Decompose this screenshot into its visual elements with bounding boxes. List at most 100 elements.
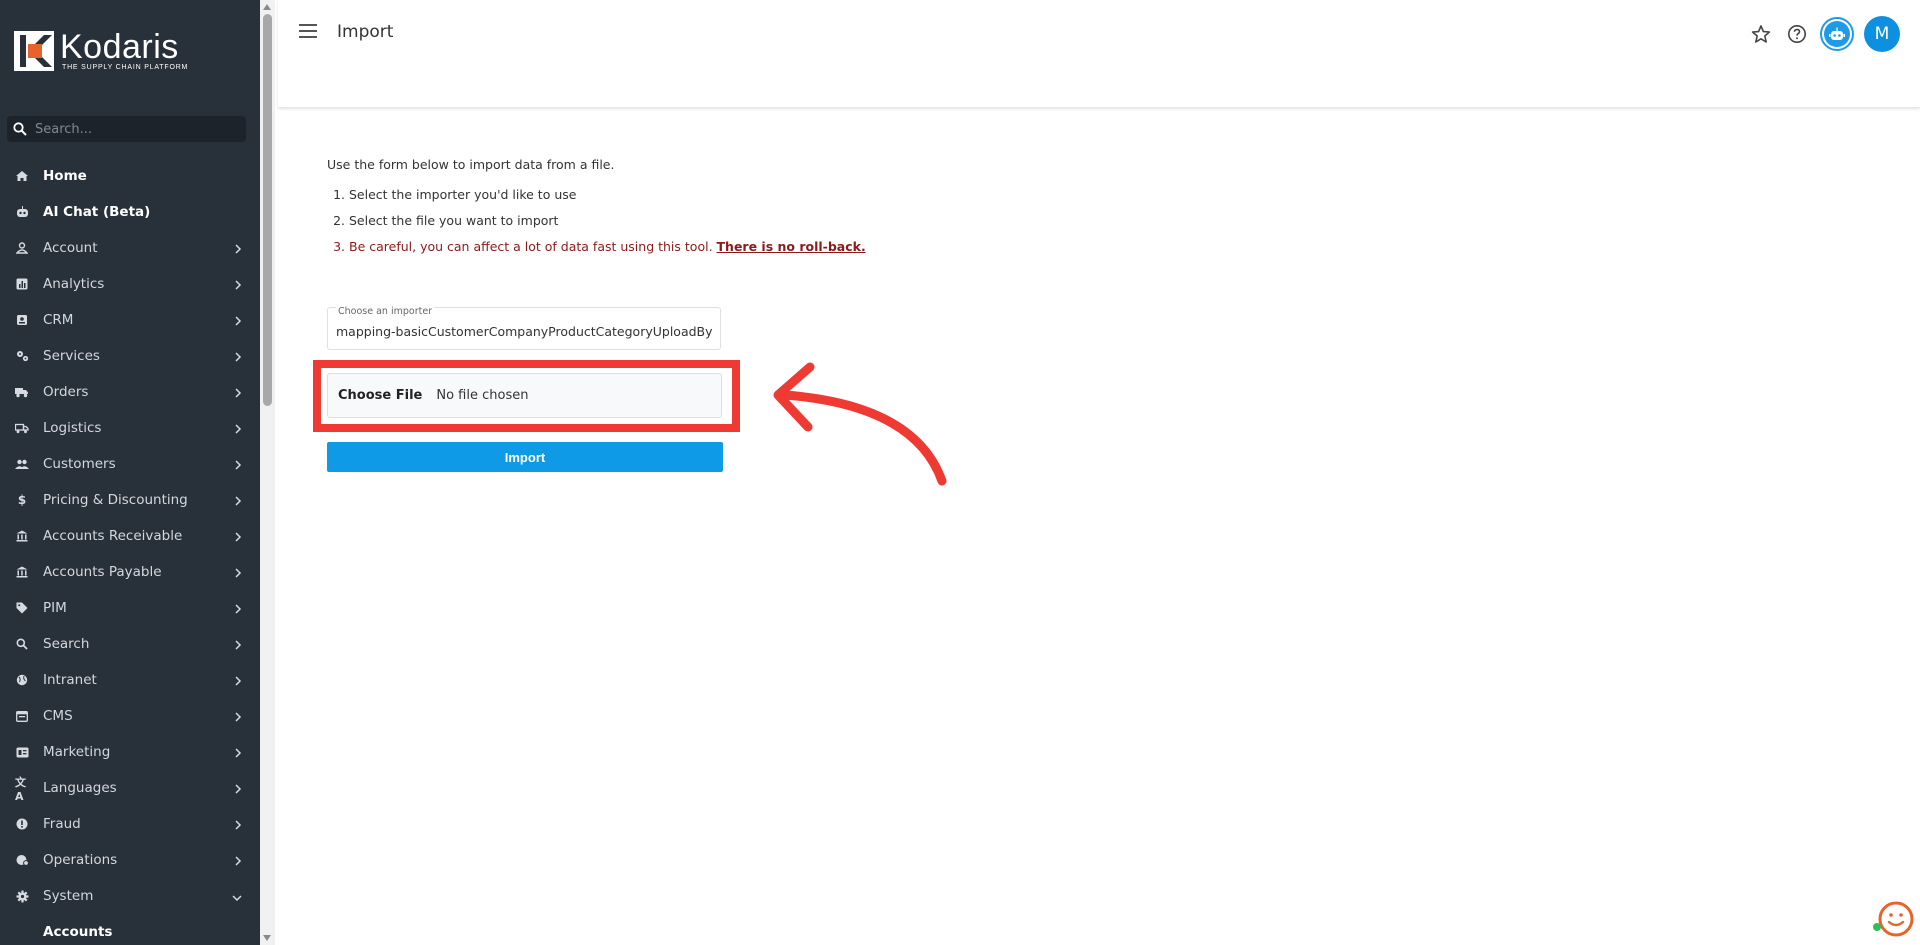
chevron-right-icon	[234, 242, 242, 258]
brand-logo[interactable]: Kodaris THE SUPPLY CHAIN PLATFORM	[14, 30, 188, 71]
sidebar-item-services[interactable]: Services	[0, 338, 260, 374]
person-icon	[15, 241, 29, 255]
sidebar-item-label: Operations	[43, 852, 118, 868]
sidebar-item-label: Customers	[43, 456, 116, 472]
chevron-right-icon	[234, 314, 242, 330]
search-icon	[13, 122, 27, 136]
tag-icon	[15, 601, 29, 615]
sidebar-search	[7, 116, 246, 142]
brand-tagline: THE SUPPLY CHAIN PLATFORM	[62, 64, 189, 71]
importer-select[interactable]: Choose an importer mapping-basicCustomer…	[327, 306, 721, 350]
favorite-star-button[interactable]	[1748, 21, 1774, 47]
chevron-right-icon	[234, 494, 242, 510]
sidebar-scrollbar[interactable]	[260, 0, 275, 945]
no-rollback-text: There is no roll-back.	[716, 239, 866, 254]
header-actions: M	[1748, 16, 1900, 52]
ops-icon	[15, 853, 29, 867]
scroll-up-arrow-icon[interactable]	[263, 4, 271, 10]
sidebar-item-operations[interactable]: Operations	[0, 842, 260, 878]
user-avatar[interactable]: M	[1864, 16, 1900, 52]
sidebar-subitem-accounts[interactable]: Accounts	[0, 914, 260, 945]
sidebar-item-label: Accounts Payable	[43, 564, 162, 580]
sidebar-item-label: PIM	[43, 600, 67, 616]
sidebar-item-ai-chat[interactable]: AI Chat (Beta)	[0, 194, 260, 230]
sidebar-item-cms[interactable]: CMS	[0, 698, 260, 734]
top-header: Import M	[278, 0, 1920, 108]
ad-icon	[15, 745, 29, 759]
scrollbar-thumb[interactable]	[263, 14, 272, 406]
sidebar-item-label: Marketing	[43, 744, 111, 760]
sidebar-item-label: Accounts Receivable	[43, 528, 183, 544]
step-item: Select the file you want to import	[349, 212, 927, 229]
chevron-right-icon	[234, 458, 242, 474]
sidebar-item-label: Languages	[43, 780, 117, 796]
importer-value: mapping-basicCustomerCompanyProductCateg…	[336, 324, 712, 339]
alert-icon	[15, 817, 29, 831]
sidebar-search-input[interactable]	[33, 120, 237, 138]
sidebar-item-pricing[interactable]: $ Pricing & Discounting	[0, 482, 260, 518]
sidebar-item-system[interactable]: System	[0, 878, 260, 914]
chat-support-icon[interactable]	[1872, 897, 1916, 941]
chevron-right-icon	[234, 818, 242, 834]
brand-name: Kodaris	[60, 28, 179, 66]
sidebar-item-search[interactable]: Search	[0, 626, 260, 662]
import-instructions: Use the form below to import data from a…	[327, 157, 927, 264]
warning-step: Be careful, you can affect a lot of data…	[349, 238, 927, 255]
menu-toggle-button[interactable]	[299, 24, 317, 40]
robot-icon	[1829, 27, 1845, 40]
chevron-right-icon	[234, 566, 242, 582]
star-icon	[1751, 25, 1771, 43]
sidebar-item-languages[interactable]: 文A Languages	[0, 770, 260, 806]
sidebar-item-label: Fraud	[43, 816, 81, 832]
sidebar-item-customers[interactable]: Customers	[0, 446, 260, 482]
sidebar-item-pim[interactable]: PIM	[0, 590, 260, 626]
hamburger-icon	[299, 24, 317, 26]
sidebar-item-label: Pricing & Discounting	[43, 492, 188, 508]
sidebar-item-intranet[interactable]: Intranet	[0, 662, 260, 698]
sidebar-item-account[interactable]: Account	[0, 230, 260, 266]
step-item: Select the importer you'd like to use	[349, 186, 927, 203]
kodaris-logo-icon	[14, 30, 54, 71]
browser-icon	[15, 709, 29, 723]
sidebar-item-label: Services	[43, 348, 100, 364]
gear-icon	[15, 889, 29, 903]
chevron-right-icon	[234, 530, 242, 546]
sidebar-item-marketing[interactable]: Marketing	[0, 734, 260, 770]
sidebar-item-logistics[interactable]: Logistics	[0, 410, 260, 446]
sidebar-item-orders[interactable]: Orders	[0, 374, 260, 410]
hamburger-line	[299, 36, 317, 38]
sidebar-item-label: System	[43, 888, 94, 904]
help-circle-icon	[1788, 25, 1806, 43]
sidebar-item-home[interactable]: Home	[0, 158, 260, 194]
scroll-down-arrow-icon[interactable]	[263, 935, 271, 941]
sidebar-item-crm[interactable]: CRM	[0, 302, 260, 338]
home-icon	[15, 169, 29, 183]
sidebar-item-accounts-payable[interactable]: Accounts Payable	[0, 554, 260, 590]
sidebar-item-label: AI Chat (Beta)	[43, 204, 151, 220]
sidebar-item-label: Home	[43, 168, 87, 184]
sidebar-item-label: Account	[43, 240, 98, 256]
sidebar-nav: Home AI Chat (Beta) Account Analytics CR…	[0, 158, 260, 945]
robot-icon	[15, 205, 29, 219]
steps-list: Select the importer you'd like to use Se…	[327, 186, 927, 255]
delivery-icon	[15, 421, 29, 435]
import-button[interactable]: Import	[327, 442, 723, 472]
chevron-right-icon	[234, 602, 242, 618]
contact-card-icon	[15, 313, 29, 327]
chevron-right-icon	[234, 386, 242, 402]
chevron-down-icon	[232, 890, 242, 906]
chevron-right-icon	[234, 854, 242, 870]
annotation-arrow-icon	[773, 362, 947, 486]
sidebar: Kodaris THE SUPPLY CHAIN PLATFORM Home A…	[0, 0, 260, 945]
sidebar-item-label: Logistics	[43, 420, 102, 436]
sidebar-item-fraud[interactable]: Fraud	[0, 806, 260, 842]
help-button[interactable]	[1784, 21, 1810, 47]
ai-assistant-button[interactable]	[1820, 17, 1854, 51]
sidebar-item-label: CMS	[43, 708, 73, 724]
chevron-right-icon	[234, 710, 242, 726]
sidebar-item-label: Analytics	[43, 276, 105, 292]
sidebar-item-accounts-receivable[interactable]: Accounts Receivable	[0, 518, 260, 554]
warning-text: Be careful, you can affect a lot of data…	[349, 239, 717, 254]
annotation-highlight-box	[313, 360, 740, 432]
sidebar-item-analytics[interactable]: Analytics	[0, 266, 260, 302]
